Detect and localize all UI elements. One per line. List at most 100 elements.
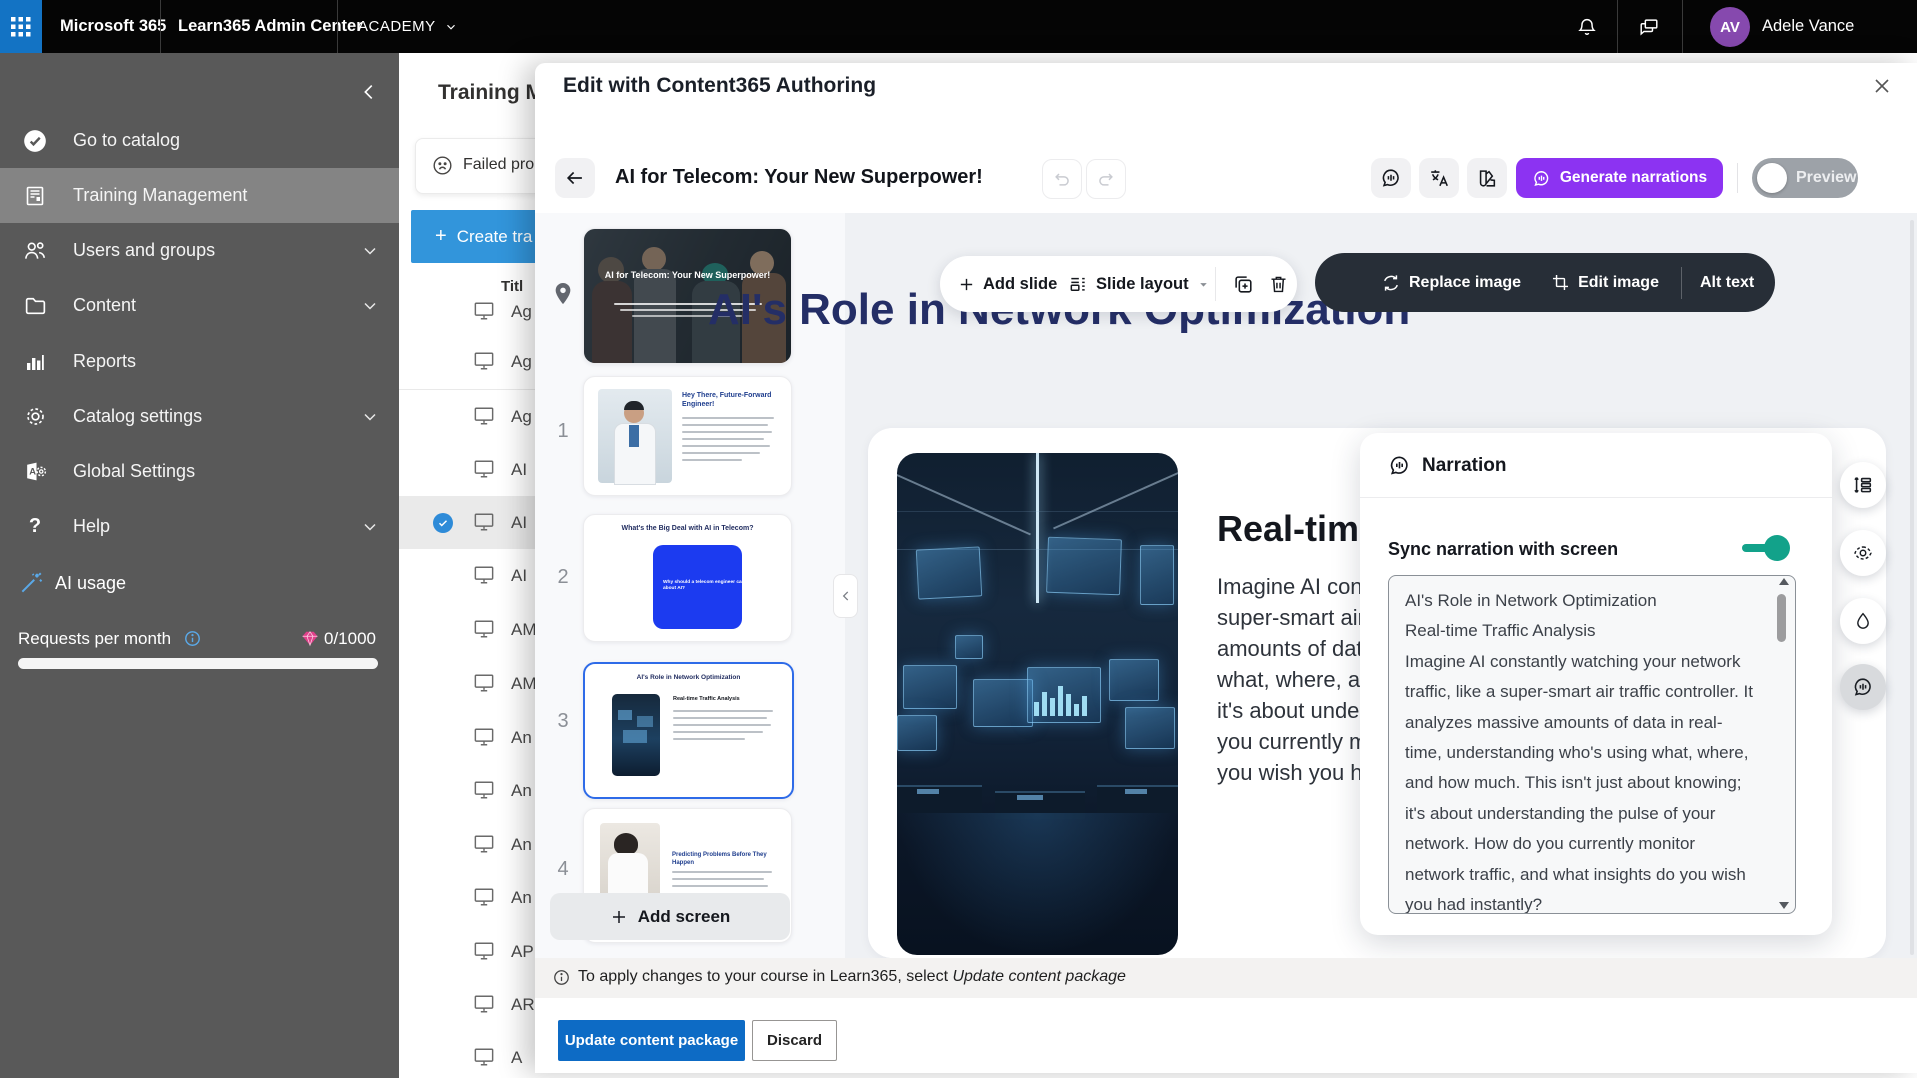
scroll-up-arrow[interactable] bbox=[1779, 578, 1789, 585]
sidebar-item-global-settings[interactable]: A Global Settings bbox=[0, 444, 399, 499]
toggle-knob bbox=[1764, 535, 1790, 561]
theme-color-button[interactable] bbox=[1840, 598, 1886, 644]
thumbnail-slide-3-selected[interactable]: AI's Role in Network Optimization Real-t… bbox=[583, 662, 794, 799]
footer-info-bar: To apply changes to your course in Learn… bbox=[535, 958, 1917, 998]
add-slide-button[interactable]: Add slide bbox=[958, 256, 1057, 312]
thumbnail-title: AI for Telecom: Your New Superpower! bbox=[604, 270, 771, 280]
update-content-package-button[interactable]: Update content package bbox=[558, 1020, 745, 1061]
monitor-icon bbox=[473, 619, 495, 639]
palette-icon bbox=[1479, 170, 1496, 187]
avatar[interactable]: AV bbox=[1710, 7, 1750, 47]
sidebar-item-training-management[interactable]: Training Management bbox=[0, 168, 399, 223]
modal-title: Edit with Content365 Authoring bbox=[563, 74, 877, 97]
preview-toggle[interactable]: Preview bbox=[1752, 158, 1858, 198]
catalog-check-icon bbox=[22, 128, 48, 154]
edit-image-button[interactable]: Edit image bbox=[1551, 273, 1659, 292]
sidebar-collapse-button[interactable] bbox=[358, 81, 380, 103]
requests-quota: 0/1000 bbox=[324, 629, 376, 648]
alt-text-button[interactable]: Alt text bbox=[1700, 274, 1754, 292]
generate-narrations-button[interactable]: Generate narrations bbox=[1516, 158, 1723, 198]
narration-textarea[interactable]: AI's Role in Network Optimization Real-t… bbox=[1388, 575, 1796, 914]
footer-actions: Update content package Discard bbox=[535, 998, 1917, 1073]
sidebar-item-users-and-groups[interactable]: Users and groups bbox=[0, 223, 399, 278]
replace-image-button[interactable]: Replace image bbox=[1381, 273, 1521, 293]
monitor-icon bbox=[473, 1047, 495, 1067]
notifications-button[interactable] bbox=[1567, 0, 1607, 53]
user-name[interactable]: Adele Vance bbox=[1762, 0, 1854, 53]
duplicate-slide-button[interactable] bbox=[1232, 273, 1254, 295]
column-header-title[interactable]: Titl bbox=[501, 278, 523, 295]
reorder-screens-button[interactable] bbox=[1840, 462, 1886, 508]
undo-button[interactable] bbox=[1042, 159, 1082, 199]
redo-button[interactable] bbox=[1086, 159, 1126, 199]
chevron-down-icon bbox=[360, 407, 380, 427]
plus-icon bbox=[960, 278, 973, 290]
requests-progress-bar bbox=[18, 658, 378, 669]
pill-divider bbox=[1680, 266, 1682, 299]
droplet-icon bbox=[1857, 612, 1869, 629]
slide-toolbar: Add slide Slide layout bbox=[940, 256, 1297, 312]
add-screen-button[interactable]: Add screen bbox=[550, 893, 790, 940]
sidebar-item-catalog-settings[interactable]: Catalog settings bbox=[0, 389, 399, 444]
page-title: Training M bbox=[438, 81, 543, 104]
tenant-selector[interactable]: ACADEMY bbox=[358, 0, 458, 53]
row-title: Ag bbox=[511, 407, 532, 426]
narration-bubble-icon bbox=[1854, 678, 1871, 696]
gem-icon bbox=[301, 630, 319, 647]
chevron-down-icon bbox=[1199, 282, 1207, 287]
scroll-down-arrow[interactable] bbox=[1779, 902, 1789, 909]
app-launcher-button[interactable] bbox=[0, 0, 42, 53]
eye-icon bbox=[1854, 546, 1872, 560]
thumbnail-panel-collapse-handle[interactable] bbox=[833, 574, 858, 618]
info-icon[interactable] bbox=[184, 630, 201, 647]
sidebar-item-reports[interactable]: Reports bbox=[0, 334, 399, 389]
delete-slide-button[interactable] bbox=[1268, 273, 1289, 295]
narration-panel-button[interactable] bbox=[1840, 664, 1886, 710]
folder-icon bbox=[22, 293, 48, 319]
slide-layout-button[interactable]: Slide layout bbox=[1068, 256, 1210, 312]
refresh-icon bbox=[1384, 274, 1398, 291]
modal-close-button[interactable] bbox=[1870, 74, 1896, 100]
brand-title[interactable]: Microsoft 365 bbox=[60, 0, 166, 53]
toggle-knob bbox=[1757, 163, 1787, 193]
ai-usage-label[interactable]: AI usage bbox=[55, 573, 126, 594]
ai-wand-icon bbox=[18, 570, 44, 596]
bar-chart-icon bbox=[22, 349, 48, 375]
thumbnail-slide-2[interactable]: What's the Big Deal with AI in Telecom? … bbox=[583, 514, 792, 642]
sync-toggle[interactable] bbox=[1742, 535, 1790, 561]
waffle-icon bbox=[11, 16, 31, 36]
editor-scrollbar[interactable] bbox=[1910, 220, 1914, 955]
toolbar-divider bbox=[1737, 163, 1738, 193]
info-icon bbox=[553, 969, 570, 986]
svg-text:A: A bbox=[29, 467, 36, 477]
plus-icon bbox=[612, 910, 625, 923]
sidebar-item-help[interactable]: ? Help bbox=[0, 499, 399, 554]
visibility-button[interactable] bbox=[1840, 530, 1886, 576]
theme-palette-button[interactable] bbox=[1467, 158, 1507, 198]
thumbnail-slide-1[interactable]: Hey There, Future-Forward Engineer! bbox=[583, 376, 792, 496]
vertical-spacing-icon bbox=[1854, 477, 1872, 493]
monitor-icon bbox=[473, 887, 495, 907]
slide-number: 3 bbox=[557, 710, 569, 732]
monitor-icon bbox=[473, 301, 495, 321]
discard-button[interactable]: Discard bbox=[752, 1020, 837, 1061]
training-document-icon bbox=[22, 183, 48, 209]
gear-icon bbox=[22, 404, 48, 430]
app-title[interactable]: Learn365 Admin Center bbox=[178, 0, 363, 53]
narration-text: AI's Role in Network Optimization Real-t… bbox=[1405, 591, 1753, 914]
translate-button[interactable] bbox=[1419, 158, 1459, 198]
back-button[interactable] bbox=[555, 158, 595, 198]
selected-check-icon bbox=[433, 513, 453, 533]
sidebar-item-go-to-catalog[interactable]: Go to catalog bbox=[0, 113, 399, 168]
back-arrow-icon bbox=[566, 171, 582, 185]
narration-panel: Narration Sync narration with screen AI'… bbox=[1360, 433, 1832, 935]
bell-icon bbox=[1578, 18, 1596, 35]
slide-image[interactable] bbox=[897, 453, 1178, 955]
sidebar-item-content[interactable]: Content bbox=[0, 278, 399, 333]
narration-settings-button[interactable] bbox=[1371, 158, 1411, 198]
feedback-button[interactable] bbox=[1629, 0, 1669, 53]
monitor-icon bbox=[473, 780, 495, 800]
scrollbar-thumb[interactable] bbox=[1777, 594, 1786, 642]
pill-divider bbox=[1215, 267, 1216, 301]
plus-icon: + bbox=[435, 225, 447, 247]
